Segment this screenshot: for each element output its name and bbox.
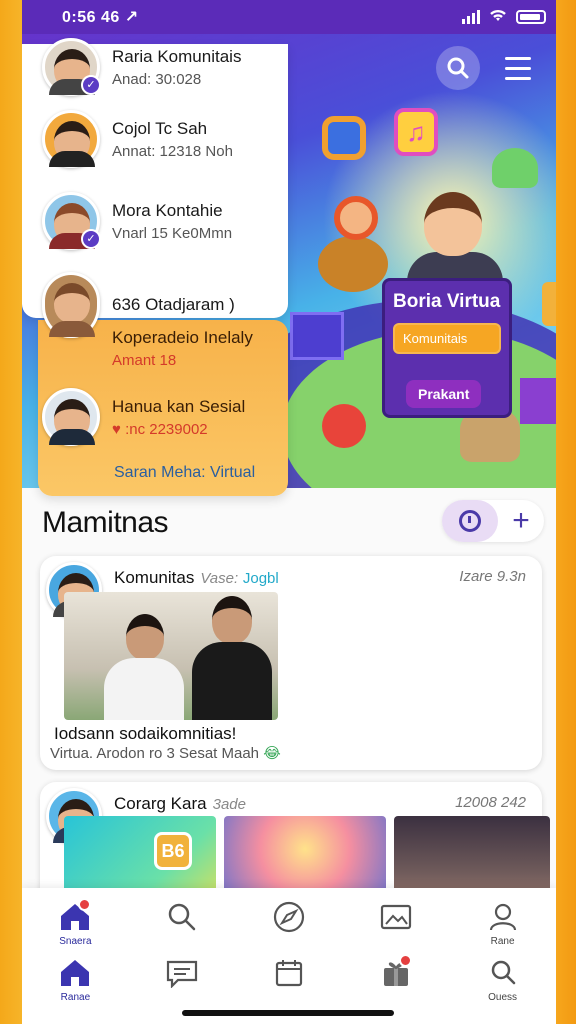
notification-badge (398, 954, 412, 967)
search-icon (485, 956, 521, 990)
friend-name: Mora Kontahie (112, 200, 223, 220)
friend-sub: Amant 18 (112, 352, 177, 369)
search-button[interactable] (436, 46, 480, 90)
app-icon: B6 (154, 832, 192, 870)
post-time: Izare 9.3n (459, 568, 526, 585)
section-title: Mamitnas (42, 506, 169, 539)
avatar (42, 388, 100, 446)
add-button[interactable]: + (498, 500, 544, 542)
nav-explore[interactable] (249, 900, 329, 947)
brand-title: Boria Virtua (393, 291, 501, 312)
home-icon (57, 898, 93, 934)
status-time: 0:56 46 ↗ (62, 9, 139, 26)
friend-item[interactable]: ✓ Mora Kontahie Vnarl 15 Ke0Mmn (42, 192, 282, 250)
friend-name: Cojol Tc Sah (112, 118, 208, 138)
dice-icon (520, 378, 556, 424)
search-icon (447, 57, 469, 79)
profile-icon (485, 900, 521, 934)
friend-item[interactable]: Cojol Tc Sah Annat: 12318 Noh (42, 110, 282, 168)
post-author: Komunitas Vase: Jogbl (114, 568, 279, 587)
prakant-button[interactable]: Prakant (406, 380, 482, 408)
clock-icon (459, 510, 481, 532)
nav-label: Snaera (59, 936, 92, 947)
gift-icon (378, 954, 414, 990)
friends-footer-link[interactable]: Saran Meha: Virtual (114, 464, 255, 482)
friend-name: Koperadeio Inelaly (112, 328, 253, 347)
nav-profile[interactable]: Rane (463, 900, 543, 947)
post-photo[interactable] (64, 592, 278, 720)
nav-chat[interactable] (142, 956, 222, 1003)
plus-icon: + (512, 504, 530, 537)
home-indicator[interactable] (182, 1010, 394, 1016)
monster-character (322, 404, 366, 448)
nav-label: Ouess (488, 992, 518, 1003)
timer-button[interactable] (442, 500, 498, 542)
post-caption: Iodsann sodaikomnitias! (54, 724, 237, 743)
chat-icon (164, 956, 200, 990)
nav-search[interactable] (142, 900, 222, 947)
calendar-icon (271, 956, 307, 990)
gallery-icon (378, 900, 414, 934)
friend-sub: Anad: 30:028 (112, 70, 202, 88)
nav-home-secondary[interactable]: Ranae (35, 956, 115, 1003)
verified-badge-icon: ✓ (81, 75, 101, 95)
nav-gallery[interactable] (356, 900, 436, 947)
wifi-icon (488, 7, 508, 28)
bottom-navigation: Snaera Rane Ranae Ouess (22, 888, 556, 1024)
avatar: ✓ (42, 192, 101, 250)
avatar: ✓ (42, 38, 101, 96)
post-author: Corarg Kara 3ade (114, 794, 246, 813)
status-bar: 0:56 46 ↗ (22, 0, 556, 34)
music-note-icon: ♫ (394, 108, 438, 156)
battery-icon (516, 10, 546, 24)
avatar (42, 110, 100, 168)
friend-sub: ♥ :nc 2239002 (112, 420, 208, 438)
nav-calendar[interactable] (249, 956, 329, 1003)
nav-label: Rane (490, 936, 515, 947)
nav-gifts[interactable] (356, 954, 436, 1003)
signal-icon (462, 10, 480, 24)
friends-panel: ✓ Raria Komunitais Anad: 30:028 Cojol Tc … (22, 38, 288, 496)
community-button[interactable]: Komunitais (393, 323, 501, 354)
compass-icon (271, 900, 307, 934)
friend-name: Hanua kan Sesial (112, 396, 246, 416)
friend-sub: Annat: 12318 Noh (112, 142, 233, 160)
nav-home[interactable]: Snaera (35, 898, 115, 947)
nav-search-secondary[interactable]: Ouess (463, 956, 543, 1003)
cube-icon (290, 312, 344, 360)
friend-item[interactable]: ✓ Raria Komunitais Anad: 30:028 (42, 38, 282, 96)
folder-icon (542, 282, 556, 326)
friend-name: Raria Komunitais (112, 46, 242, 66)
post-subcaption: Virtua. Arodon ro 3 Sesat Maah 😂 (50, 745, 281, 762)
post-time: 12008 242 (455, 794, 526, 811)
post-card[interactable]: ✓ KomunitasVase: Jogbl Izare 9.3n Iodsan… (40, 556, 542, 770)
star-character-icon (492, 148, 538, 188)
ring-icon (322, 116, 366, 160)
friend-sub: Vnarl 15 Ke0Mmn (112, 224, 233, 242)
menu-button[interactable] (496, 46, 540, 90)
search-icon (164, 900, 200, 934)
friend-item[interactable]: Koperadeio Inelaly Amant 18 (42, 328, 282, 369)
verified-badge-icon: ✓ (81, 229, 101, 249)
friend-item[interactable]: Hanua kan Sesial ♥ :nc 2239002 (42, 388, 282, 446)
nav-label: Ranae (60, 992, 91, 1003)
section-actions: + (442, 500, 544, 542)
friend-name: 636 Otadjaram ) (112, 295, 235, 314)
home-icon (57, 956, 93, 990)
phone-screen: ♫ Boria Virtua Komunitais Prakant 0:56 4… (22, 0, 556, 1024)
